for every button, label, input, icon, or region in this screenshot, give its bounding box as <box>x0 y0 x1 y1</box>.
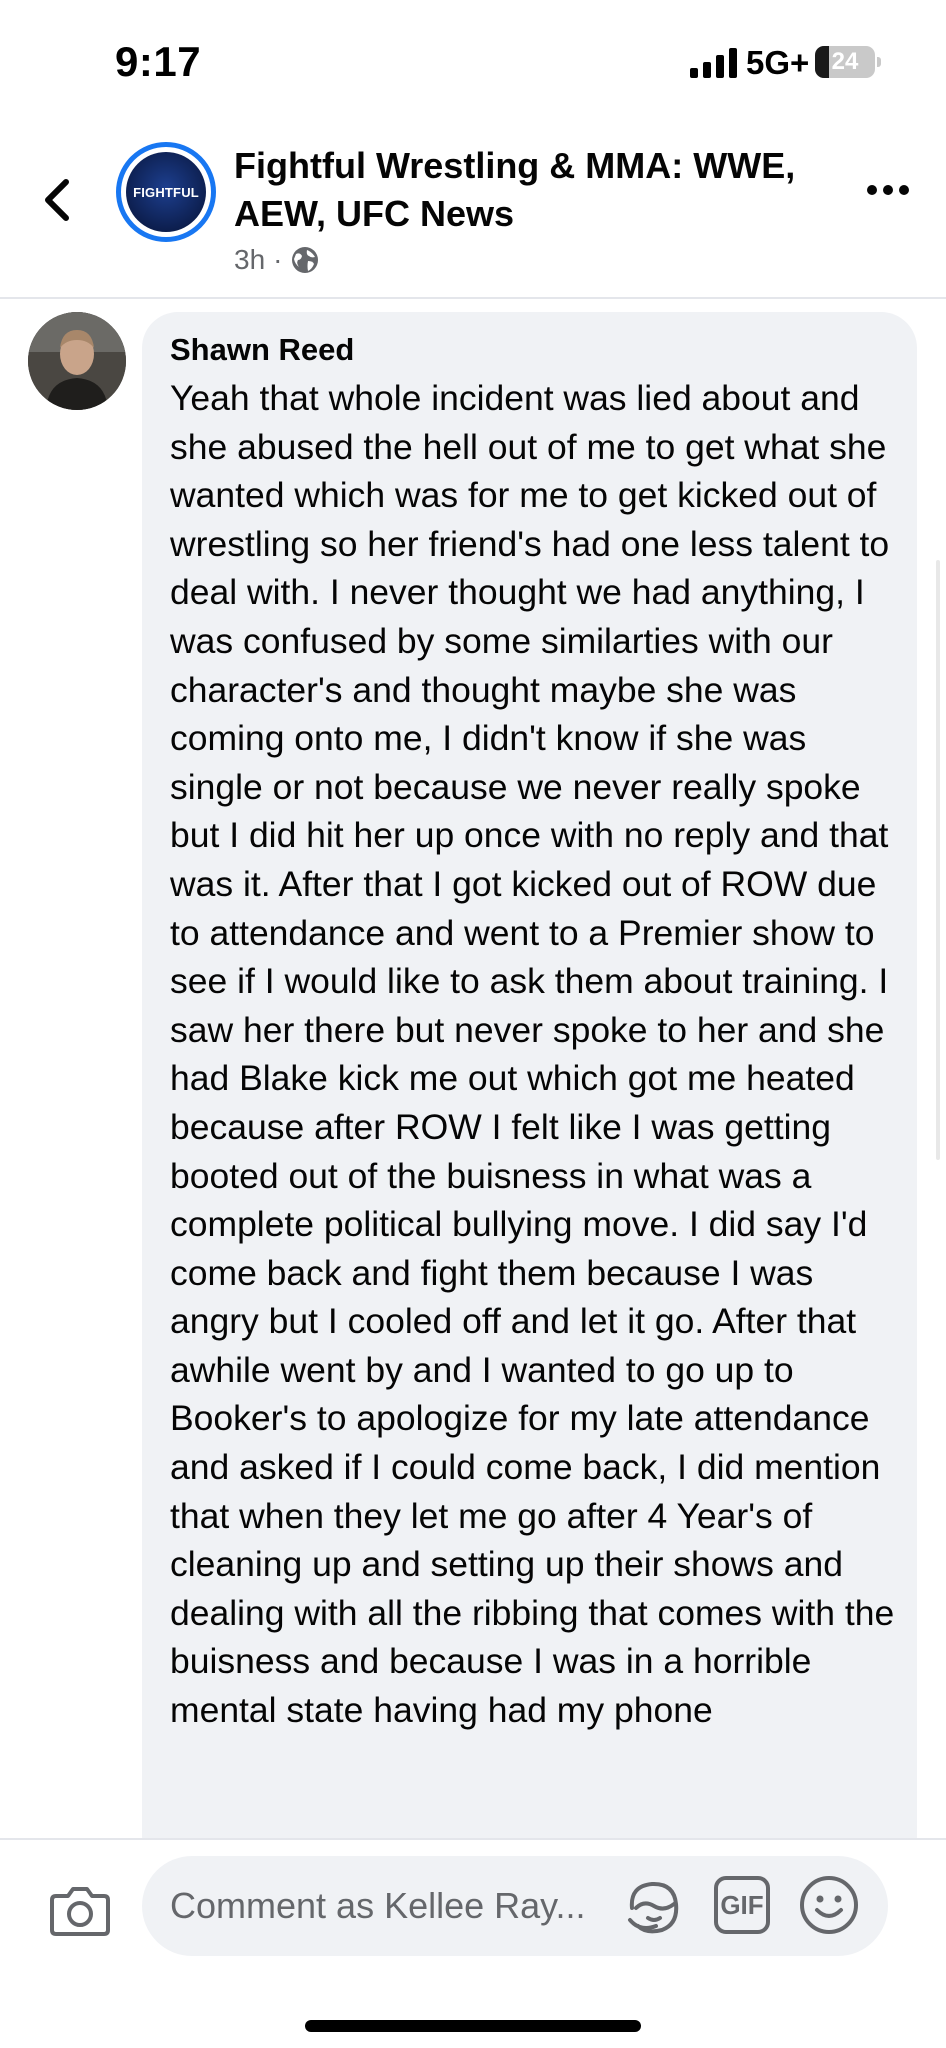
network-type: 5G+ <box>746 44 810 81</box>
page-logo-text: FIGHTFUL <box>133 184 199 200</box>
scrollbar[interactable] <box>936 560 940 1160</box>
avatar-sticker-icon[interactable] <box>622 1874 686 1938</box>
camera-icon[interactable] <box>48 1878 112 1942</box>
page-name[interactable]: Fightful Wrestling & MMA: WWE, AEW, UFC … <box>234 142 834 238</box>
post-header: FIGHTFUL Fightful Wrestling & MMA: WWE, … <box>0 130 946 299</box>
gif-button[interactable]: GIF <box>714 1876 770 1934</box>
meta-separator: · <box>273 244 283 275</box>
globe-icon <box>292 247 319 273</box>
more-icon[interactable] <box>866 182 910 198</box>
post-comments-screen: 9:17 5G+ 24 FIGHTFUL Fightful Wrestling … <box>0 0 946 2048</box>
commenter-avatar[interactable] <box>28 312 126 410</box>
emoji-icon[interactable] <box>798 1874 860 1936</box>
comment-input[interactable] <box>170 1856 620 1956</box>
header-divider <box>0 297 946 299</box>
post-time[interactable]: 3h <box>234 244 265 276</box>
chevron-left-icon[interactable] <box>38 170 78 230</box>
home-indicator[interactable] <box>305 2020 641 2032</box>
battery-icon: 24 <box>815 46 881 78</box>
gif-label: GIF <box>720 1889 764 1920</box>
status-bar: 9:17 5G+ 24 <box>0 0 946 130</box>
comment-text: Yeah that whole incident was lied about … <box>170 378 895 1731</box>
comment-input-wrap: GIF <box>142 1856 888 1956</box>
post-meta: 3h · <box>234 240 320 280</box>
signal-icon <box>690 48 737 78</box>
battery-percent: 24 <box>831 48 859 75</box>
comment-author[interactable]: Shawn Reed <box>170 332 354 368</box>
comment-composer: GIF <box>0 1838 946 2048</box>
status-time: 9:17 <box>115 38 202 85</box>
comment-bubble[interactable]: Shawn Reed Yeah that whole incident was … <box>142 312 917 1872</box>
page-avatar[interactable]: FIGHTFUL <box>116 142 216 242</box>
composer-divider <box>0 1838 946 1840</box>
